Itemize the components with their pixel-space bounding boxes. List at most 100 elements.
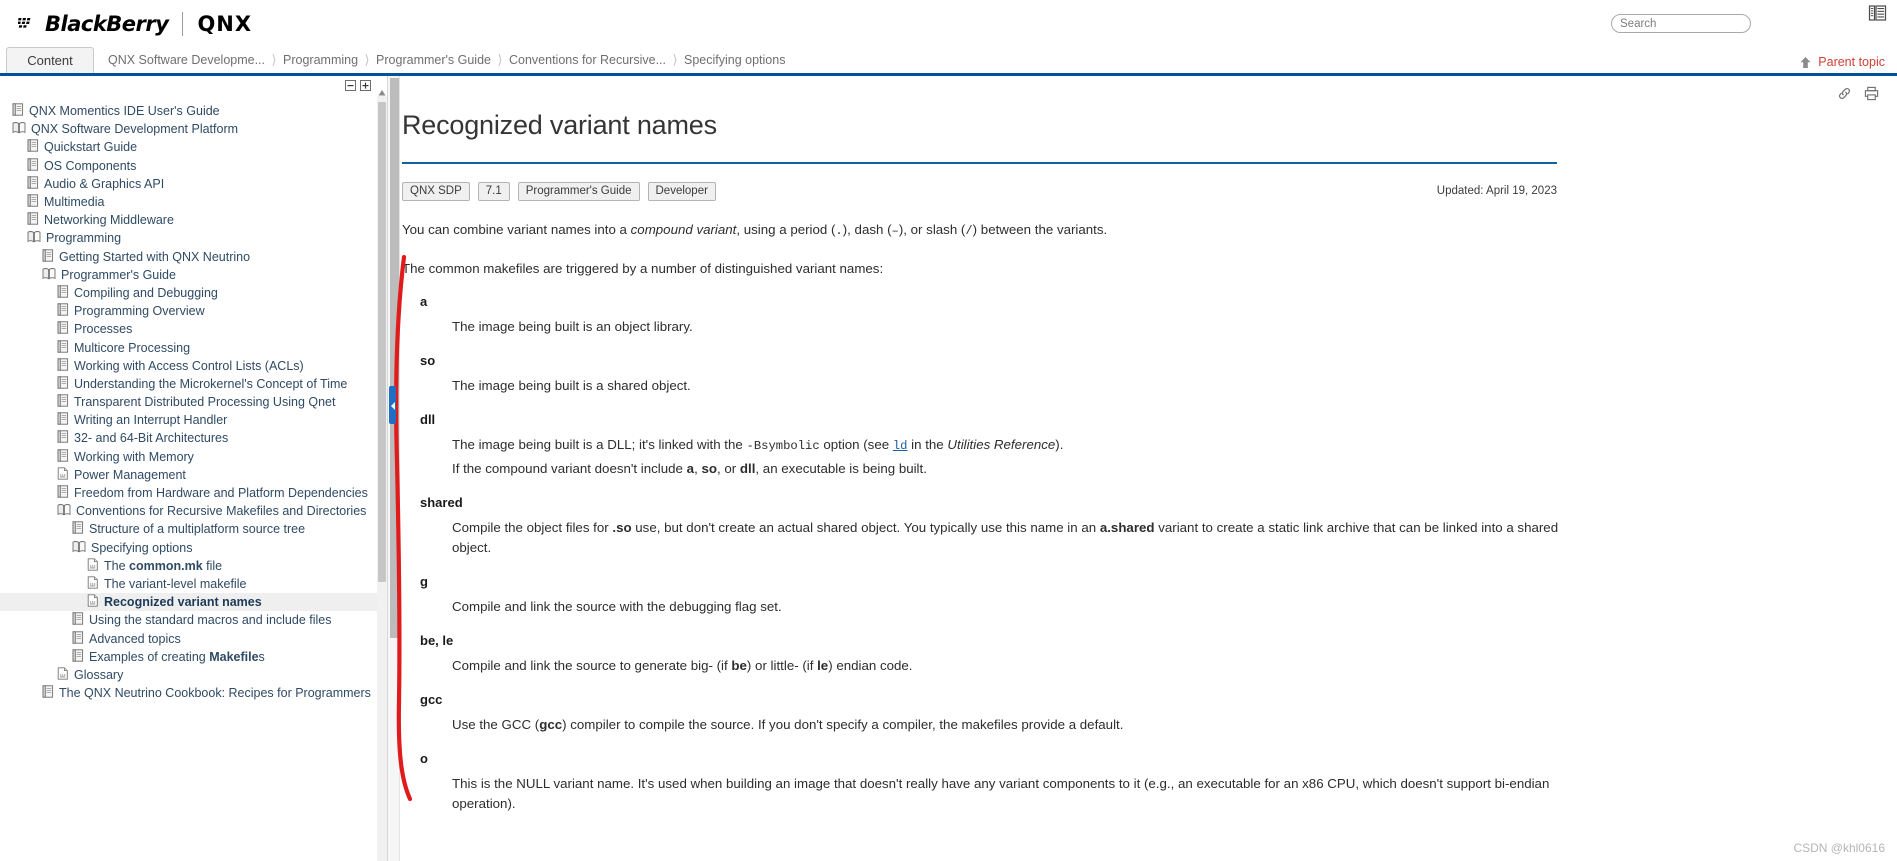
toc-item-32[interactable]: The QNX Neutrino Cookbook: Recipes for P… xyxy=(0,684,377,702)
toc-item-1[interactable]: QNX Software Development Platform xyxy=(0,120,377,138)
expand-all-icon[interactable] xyxy=(360,80,371,91)
book-closed-icon xyxy=(27,176,39,192)
sidebar-scroll-thumb[interactable] xyxy=(378,102,386,582)
toc-item-24[interactable]: Specifying options xyxy=(0,539,377,557)
toc-item-29[interactable]: Advanced topics xyxy=(0,629,377,647)
breadcrumb-item-3[interactable]: Conventions for Recursive... xyxy=(509,53,666,67)
toc-item-label: Conventions for Recursive Makefiles and … xyxy=(76,504,367,519)
toc-panel-icon[interactable] xyxy=(1868,4,1887,23)
toc-item-9[interactable]: Programmer's Guide xyxy=(0,266,377,284)
watermark: CSDN @khl0616 xyxy=(1793,841,1885,855)
tag-product[interactable]: QNX SDP xyxy=(402,182,470,201)
toc-item-6[interactable]: Networking Middleware xyxy=(0,211,377,229)
toc-item-label: Using the standard macros and include fi… xyxy=(89,613,332,628)
shared-b2: a.shared xyxy=(1099,520,1155,536)
brand-logo[interactable]: BlackBerry QNX xyxy=(18,12,252,36)
scroll-up-arrow-icon[interactable] xyxy=(377,88,387,98)
toc-item-label: Transparent Distributed Processing Using… xyxy=(74,395,336,410)
toc-item-7[interactable]: Programming xyxy=(0,229,377,247)
toc-item-label: Glossary xyxy=(74,667,124,682)
toc-item-22[interactable]: Conventions for Recursive Makefiles and … xyxy=(0,502,377,520)
meta-row: QNX SDP 7.1 Programmer's Guide Developer… xyxy=(402,182,1557,202)
toc-item-11[interactable]: Programming Overview xyxy=(0,302,377,320)
definition-term-o: o xyxy=(420,750,428,766)
book-closed-icon xyxy=(42,685,54,701)
definition-term-a: a xyxy=(420,293,428,309)
toc-item-label: Advanced topics xyxy=(89,631,181,646)
breadcrumb-item-1[interactable]: Programming xyxy=(283,53,358,67)
breadcrumb-item-2[interactable]: Programmer's Guide xyxy=(376,53,491,67)
definition-term-shared: shared xyxy=(420,495,463,511)
parent-topic-label: Parent topic xyxy=(1818,55,1885,69)
blackberry-dots-icon xyxy=(18,18,31,28)
content-scrollbar[interactable] xyxy=(388,76,400,861)
toc-item-8[interactable]: Getting Started with QNX Neutrino xyxy=(0,248,377,266)
tag-audience[interactable]: Developer xyxy=(647,182,716,201)
link-icon[interactable] xyxy=(1837,86,1852,101)
toc-item-27[interactable]: Recognized variant names xyxy=(0,593,377,612)
toc-item-18[interactable]: 32- and 64-Bit Architectures xyxy=(0,429,377,447)
toc-item-23[interactable]: Structure of a multiplatform source tree xyxy=(0,520,377,538)
book-closed-icon xyxy=(72,521,84,537)
breadcrumb-item-4[interactable]: Specifying options xyxy=(684,53,785,67)
book-closed-icon xyxy=(57,394,69,410)
toc-item-label: QNX Momentics IDE User's Guide xyxy=(29,104,220,119)
ld-reference-link[interactable]: ld xyxy=(893,439,908,453)
toc-item-5[interactable]: Multimedia xyxy=(0,193,377,211)
toc-item-28[interactable]: Using the standard macros and include fi… xyxy=(0,611,377,629)
toc-item-12[interactable]: Processes xyxy=(0,320,377,338)
sidebar-scrollbar[interactable] xyxy=(377,90,387,861)
toc-item-14[interactable]: Working with Access Control Lists (ACLs) xyxy=(0,357,377,375)
content-panel: Recognized variant names QNX SDP 7.1 Pro… xyxy=(388,76,1897,861)
parent-topic-link[interactable]: Parent topic xyxy=(1799,55,1885,69)
definition-term-gcc: gcc xyxy=(420,691,443,707)
toc-item-21[interactable]: Freedom from Hardware and Platform Depen… xyxy=(0,484,377,502)
toc-tree[interactable]: QNX Momentics IDE User's Guide QNX Softwa… xyxy=(0,102,377,861)
tag-guide[interactable]: Programmer's Guide xyxy=(517,182,640,201)
tab-content[interactable]: Content xyxy=(6,47,94,73)
toc-item-17[interactable]: Writing an Interrupt Handler xyxy=(0,411,377,429)
definition-desc-a: The image being built is an object libra… xyxy=(452,318,693,334)
bele-b1: be xyxy=(731,657,747,673)
dll2-sep2: , or xyxy=(716,461,740,477)
book-closed-icon xyxy=(57,430,69,446)
definition-term-so: so xyxy=(420,352,436,368)
content-scroll-thumb[interactable] xyxy=(390,78,399,638)
toc-item-13[interactable]: Multicore Processing xyxy=(0,338,377,356)
printer-icon[interactable] xyxy=(1864,86,1879,101)
toc-item-19[interactable]: Working with Memory xyxy=(0,448,377,466)
book-open-icon xyxy=(57,503,71,519)
collapse-all-icon[interactable] xyxy=(345,80,356,91)
toc-item-26[interactable]: The variant-level makefile xyxy=(0,575,377,593)
shared-mid: use, but don't create an actual shared o… xyxy=(631,520,1100,536)
definition-desc-dll-line1: The image being built is a DLL; it's lin… xyxy=(402,435,1572,455)
toc-item-0[interactable]: QNX Momentics IDE User's Guide xyxy=(0,102,377,120)
dll2-pre: If the compound variant doesn't include xyxy=(452,461,687,477)
toc-item-2[interactable]: Quickstart Guide xyxy=(0,138,377,156)
tag-version[interactable]: 7.1 xyxy=(477,182,510,201)
toc-item-30[interactable]: Examples of creating Makefiles xyxy=(0,648,377,666)
toc-item-label: The QNX Neutrino Cookbook: Recipes for P… xyxy=(59,686,371,701)
search-input[interactable] xyxy=(1611,14,1751,33)
toc-item-label: The common.mk file xyxy=(104,558,223,573)
toc-item-31[interactable]: Glossary xyxy=(0,666,377,684)
page-icon xyxy=(87,558,99,574)
toc-item-4[interactable]: Audio & Graphics API xyxy=(0,175,377,193)
dll2-b1: a xyxy=(686,461,695,477)
definition-term-dll: dll xyxy=(420,411,436,427)
intro1-code2: – xyxy=(891,224,899,238)
panel-resize-handle[interactable] xyxy=(389,386,396,424)
toc-item-3[interactable]: OS Components xyxy=(0,157,377,175)
breadcrumb-separator-icon: ⟩ xyxy=(364,52,370,67)
intro1-em: compound variant xyxy=(630,222,737,237)
book-closed-icon xyxy=(57,303,69,319)
breadcrumb-item-0[interactable]: QNX Software Developme... xyxy=(108,53,265,67)
toc-item-16[interactable]: Transparent Distributed Processing Using… xyxy=(0,393,377,411)
toc-item-label: Audio & Graphics API xyxy=(44,176,165,191)
toc-item-15[interactable]: Understanding the Microkernel's Concept … xyxy=(0,375,377,393)
shared-pre: Compile the object files for xyxy=(452,520,613,536)
toc-item-10[interactable]: Compiling and Debugging xyxy=(0,284,377,302)
brand-qnx-text: QNX xyxy=(197,12,253,36)
toc-item-25[interactable]: The common.mk file xyxy=(0,557,377,575)
toc-item-20[interactable]: Power Management xyxy=(0,466,377,484)
